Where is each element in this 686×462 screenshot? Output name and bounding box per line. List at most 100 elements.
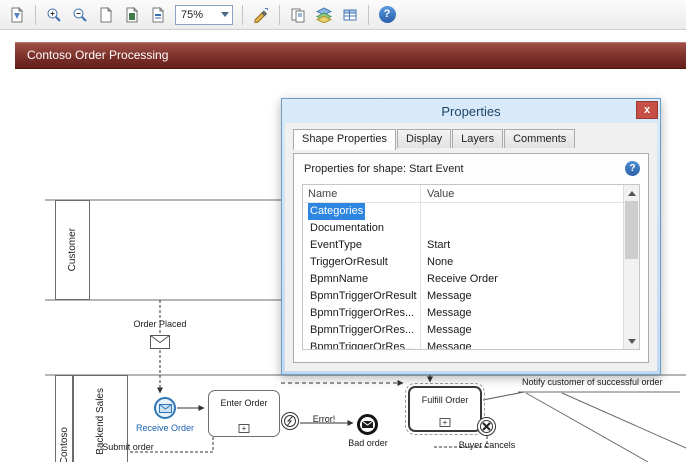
properties-grid-icon: [342, 7, 358, 23]
layers-icon: [316, 7, 332, 23]
tab-shape-properties[interactable]: Shape Properties: [293, 129, 396, 150]
close-button[interactable]: x: [636, 101, 658, 119]
property-value: Receive Order: [427, 273, 498, 285]
property-row[interactable]: BpmnName Receive Order: [303, 271, 639, 288]
scroll-down-button[interactable]: [624, 333, 640, 349]
property-row[interactable]: EventType Start: [303, 237, 639, 254]
boundary-cancel-event[interactable]: [477, 417, 496, 436]
property-row[interactable]: Categories: [303, 203, 639, 220]
message-envelope-icon: [159, 404, 172, 413]
layers-button[interactable]: [312, 3, 336, 27]
document-button[interactable]: [5, 3, 29, 27]
properties-caption: Properties for shape: Start Event: [304, 163, 464, 175]
pool-contoso[interactable]: Contoso: [55, 375, 73, 462]
help-icon[interactable]: ?: [625, 161, 640, 176]
boundary-error-event[interactable]: [281, 412, 299, 430]
zoom-value: 75%: [181, 9, 203, 21]
scroll-up-button[interactable]: [624, 185, 640, 201]
scrollbar[interactable]: [623, 185, 639, 349]
toolbar-separator: [279, 5, 280, 25]
shape-properties-panel: Properties for shape: Start Event ? Name…: [293, 153, 649, 363]
property-row[interactable]: BpmnTriggerOrRes... Message: [303, 322, 639, 339]
zoom-in-button[interactable]: [42, 3, 66, 27]
chevron-down-icon: [221, 12, 229, 17]
property-name: Documentation: [308, 220, 386, 237]
lightning-icon: [285, 415, 295, 427]
property-row[interactable]: Documentation: [303, 220, 639, 237]
dialog-title-bar[interactable]: Properties x: [282, 99, 660, 123]
property-name: BpmnTriggerOrRes...: [308, 305, 416, 322]
tab-display[interactable]: Display: [397, 129, 451, 148]
properties-dialog: Properties x Shape Properties Display La…: [281, 98, 661, 375]
lane-customer-label: Customer: [67, 228, 78, 271]
property-value: Message: [427, 324, 472, 336]
properties-grid: Name Value Categories Documentation Even…: [302, 184, 640, 350]
lane-customer[interactable]: Customer: [55, 200, 90, 300]
fit-page-icon: [124, 7, 140, 23]
notify-annotation: Notify customer of successful order: [522, 377, 678, 387]
copy-page-icon: [290, 7, 306, 23]
bad-order-label: Bad order: [346, 438, 390, 448]
enter-order-label: Enter Order: [209, 398, 279, 408]
grid-header: Name Value: [303, 185, 639, 203]
value-column-header: Value: [427, 188, 454, 200]
markup-button[interactable]: [249, 3, 273, 27]
fit-page-button[interactable]: [120, 3, 144, 27]
property-name: TriggerOrResult: [308, 254, 390, 271]
start-event-receive-order[interactable]: [154, 397, 176, 419]
property-value: Message: [427, 341, 472, 350]
copy-page-button[interactable]: [286, 3, 310, 27]
dark-envelope-icon: [362, 421, 373, 428]
name-column-header: Name: [308, 188, 337, 200]
tab-layers[interactable]: Layers: [452, 129, 503, 148]
diagram-title: Contoso Order Processing: [27, 48, 168, 62]
buyer-cancels-label: Buyer cancels: [453, 440, 521, 450]
toolbar-separator: [35, 5, 36, 25]
page-width-button[interactable]: [146, 3, 170, 27]
property-name: BpmnTriggerOrRes...: [308, 322, 416, 339]
toolbar: 75% ?: [0, 0, 686, 30]
property-name: BpmnTriggerOrResult: [308, 288, 419, 305]
zoom-select[interactable]: 75%: [175, 5, 233, 25]
dialog-title: Properties: [441, 104, 500, 119]
submit-order-label: Submit order: [97, 442, 159, 452]
task-fulfill-order[interactable]: Fulfill Order +: [408, 386, 482, 432]
tab-comments[interactable]: Comments: [504, 129, 575, 148]
properties-grid-button[interactable]: [338, 3, 362, 27]
receive-order-label: Receive Order: [132, 423, 198, 433]
diagram-title-banner: Contoso Order Processing: [15, 42, 686, 69]
scrollbar-thumb[interactable]: [625, 201, 638, 259]
actual-size-button[interactable]: [94, 3, 118, 27]
fulfill-order-label: Fulfill Order: [410, 395, 480, 405]
property-row[interactable]: BpmnTriggerOrRes... Message: [303, 339, 639, 350]
envelope-icon: [150, 335, 170, 349]
property-value: Message: [427, 307, 472, 319]
dialog-tabs: Shape Properties Display Layers Comments: [293, 129, 576, 148]
cancel-x-icon: [481, 421, 492, 432]
property-row[interactable]: BpmnTriggerOrRes... Message: [303, 305, 639, 322]
actual-size-page-icon: [98, 7, 114, 23]
order-placed-label: Order Placed: [130, 319, 190, 329]
error-flow-label: Error!: [306, 414, 342, 424]
help-icon: ?: [379, 6, 396, 23]
end-event-bad-order[interactable]: [357, 414, 378, 435]
zoom-out-button[interactable]: [68, 3, 92, 27]
zoom-out-icon: [72, 7, 88, 23]
document-icon: [9, 7, 25, 23]
visio-viewer-window: 75% ? Contoso Order Processing: [0, 0, 686, 462]
property-name: BpmnName: [308, 271, 370, 288]
property-row[interactable]: BpmnTriggerOrResult Message: [303, 288, 639, 305]
help-button[interactable]: ?: [375, 3, 399, 27]
task-enter-order[interactable]: Enter Order +: [208, 390, 280, 437]
property-value: Start: [427, 239, 450, 251]
arrow-up-icon: [628, 191, 636, 196]
arrow-down-icon: [628, 339, 636, 344]
markup-pen-icon: [253, 7, 269, 23]
pool-contoso-label: Contoso: [59, 427, 70, 462]
property-name: Categories: [308, 203, 365, 220]
property-value: Message: [427, 290, 472, 302]
property-name: EventType: [308, 237, 364, 254]
message-shape[interactable]: [150, 335, 170, 354]
property-row[interactable]: TriggerOrResult None: [303, 254, 639, 271]
dialog-body: Shape Properties Display Layers Comments…: [285, 123, 657, 371]
